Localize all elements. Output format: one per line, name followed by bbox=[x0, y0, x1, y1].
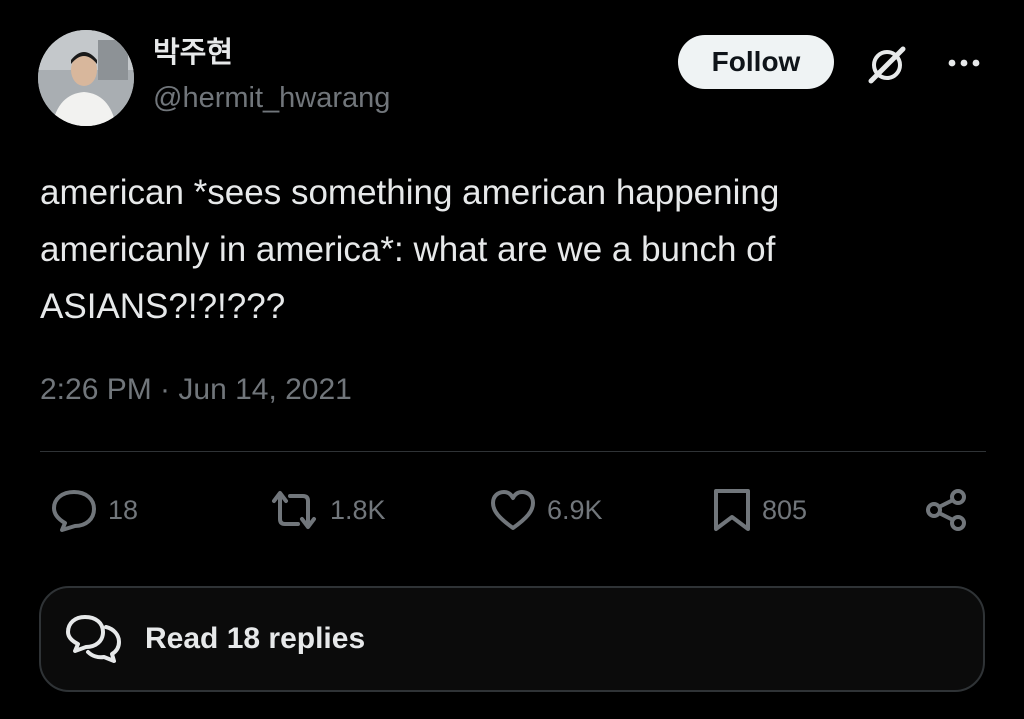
repost-button[interactable]: 1.8K bbox=[268, 487, 386, 533]
like-count: 6.9K bbox=[547, 494, 603, 525]
bookmark-count: 805 bbox=[762, 494, 808, 525]
read-replies-label: Read 18 replies bbox=[145, 622, 366, 655]
bookmark-button[interactable]: 805 bbox=[712, 487, 807, 533]
read-replies-button[interactable]: Read 18 replies bbox=[39, 586, 985, 692]
reply-count: 18 bbox=[108, 494, 139, 525]
reply-icon bbox=[52, 490, 96, 532]
heart-icon bbox=[491, 490, 535, 530]
repost-icon bbox=[272, 491, 316, 529]
avatar[interactable] bbox=[38, 30, 134, 126]
divider bbox=[40, 451, 986, 452]
reply-button[interactable]: 18 bbox=[50, 487, 138, 533]
bookmark-icon bbox=[714, 489, 750, 531]
like-button[interactable]: 6.9K bbox=[489, 487, 603, 533]
follow-button[interactable]: Follow bbox=[678, 35, 834, 89]
share-button[interactable] bbox=[924, 487, 970, 533]
avatar-photo bbox=[38, 30, 134, 126]
display-name[interactable]: 박주현 bbox=[153, 38, 233, 67]
repost-count: 1.8K bbox=[330, 494, 386, 525]
timestamp[interactable]: 2:26 PM · Jun 14, 2021 bbox=[40, 370, 352, 410]
tweet: 박주현 @hermit_hwarang Follow american *see… bbox=[0, 0, 1024, 719]
share-icon bbox=[926, 489, 966, 531]
handle[interactable]: @hermit_hwarang bbox=[153, 84, 390, 113]
replies-bubbles-icon bbox=[66, 615, 121, 663]
tweet-text: american *sees something american happen… bbox=[40, 173, 780, 326]
grok-icon[interactable] bbox=[866, 44, 908, 86]
more-icon[interactable] bbox=[944, 50, 984, 76]
